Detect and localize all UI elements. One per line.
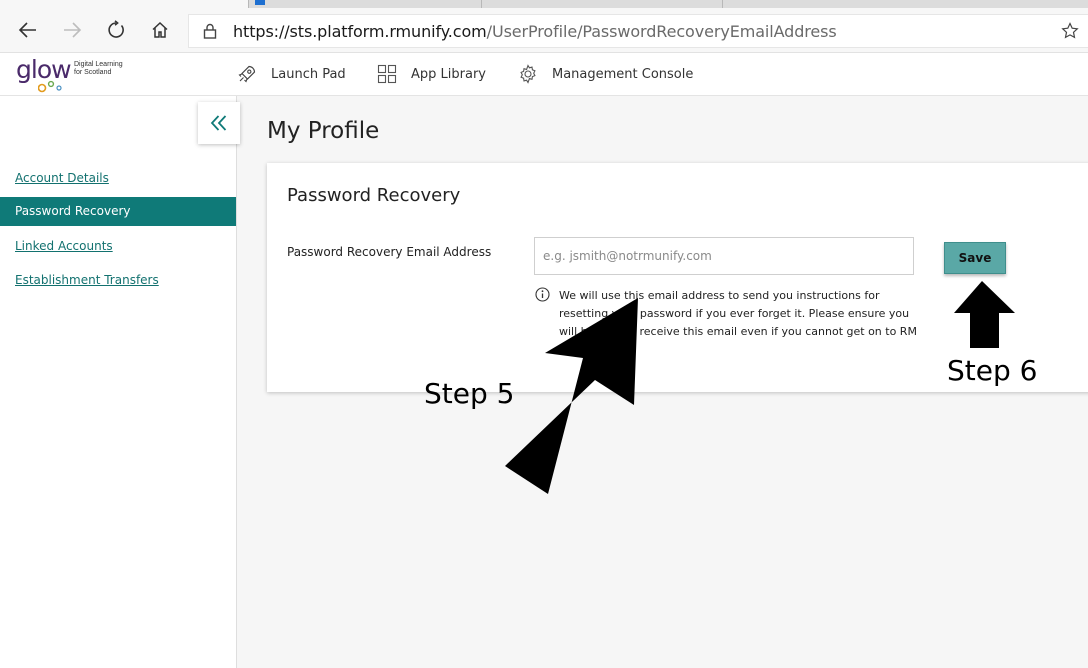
email-field-label: Password Recovery Email Address: [287, 245, 492, 259]
home-button[interactable]: [146, 16, 174, 44]
step-5-label: Step 5: [424, 377, 515, 410]
nav-label: Management Console: [552, 66, 694, 82]
browser-tab[interactable]: [482, 0, 723, 8]
sidebar-item-establishment-transfers[interactable]: Establishment Transfers: [0, 266, 236, 295]
home-icon: [152, 21, 168, 38]
lock-icon: [203, 23, 217, 39]
logo-dots-icon: [38, 80, 62, 93]
collapse-sidebar-button[interactable]: [198, 102, 240, 144]
tab-favicon-icon: [255, 0, 265, 5]
sidebar-item-account-details[interactable]: Account Details: [0, 164, 236, 193]
save-button[interactable]: Save: [944, 242, 1006, 274]
address-bar[interactable]: https://sts.platform.rmunify.com/UserPro…: [188, 14, 1088, 48]
card-title: Password Recovery: [287, 185, 461, 206]
url-host: https://sts.platform.rmunify.com: [233, 22, 487, 41]
url-text[interactable]: https://sts.platform.rmunify.com/UserPro…: [233, 22, 837, 41]
sidebar-item-password-recovery[interactable]: Password Recovery: [0, 197, 236, 226]
step-6-label: Step 6: [947, 354, 1038, 387]
refresh-icon: [108, 20, 124, 38]
logo-subtitle: Digital Learning for Scotland: [74, 61, 123, 77]
browser-toolbar: https://sts.platform.rmunify.com/UserPro…: [0, 8, 1088, 53]
browser-tab[interactable]: [249, 0, 482, 8]
favorite-star-icon[interactable]: [1061, 22, 1079, 40]
gear-icon: [520, 64, 536, 84]
double-chevron-left-icon: [210, 115, 227, 131]
info-text: We will use this email address to send y…: [559, 289, 917, 338]
glow-logo[interactable]: glow Digital Learning for Scotland: [14, 55, 144, 93]
refresh-button[interactable]: [102, 16, 130, 44]
forward-button[interactable]: [58, 16, 86, 44]
browser-tab-strip: [0, 0, 1088, 8]
nav-label: App Library: [411, 66, 486, 82]
nav-label: Launch Pad: [271, 66, 346, 82]
app-header: glow Digital Learning for Scotland Launc…: [0, 53, 1088, 96]
rocket-icon: [238, 65, 256, 83]
logo-subtitle-line2: for Scotland: [74, 69, 112, 76]
page-title: My Profile: [267, 118, 380, 144]
url-path: /UserProfile/PasswordRecoveryEmailAddres…: [486, 22, 837, 41]
logo-subtitle-line1: Digital Learning: [74, 61, 123, 68]
sidebar-item-linked-accounts[interactable]: Linked Accounts: [0, 232, 236, 261]
grid-icon: [377, 64, 397, 84]
recovery-email-input[interactable]: [534, 237, 914, 275]
nav-launch-pad[interactable]: Launch Pad: [237, 53, 346, 95]
back-button[interactable]: [14, 16, 42, 44]
nav-management-console[interactable]: Management Console: [518, 53, 693, 95]
back-arrow-icon: [18, 22, 36, 38]
forward-arrow-icon: [64, 22, 82, 38]
sidebar: Account Details Password Recovery Linked…: [0, 96, 240, 668]
browser-tab-active[interactable]: [0, 0, 249, 8]
nav-app-library[interactable]: App Library: [377, 53, 486, 95]
info-icon: [535, 287, 550, 302]
